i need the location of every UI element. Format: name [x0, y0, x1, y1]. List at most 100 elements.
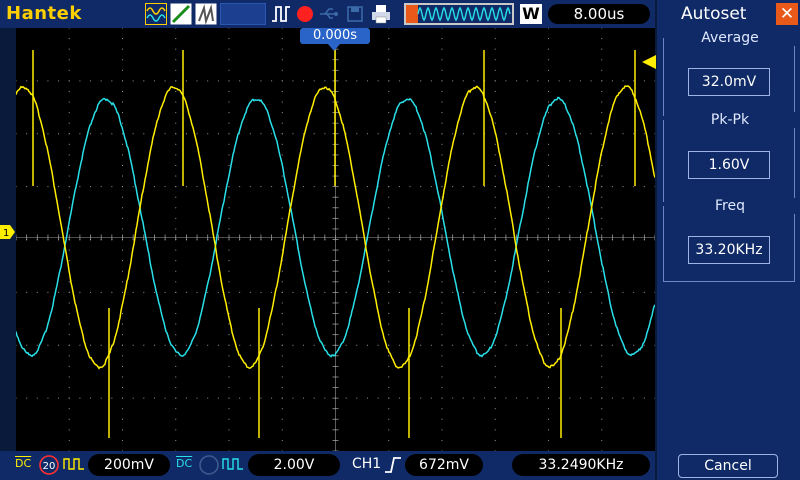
grid-dot [196, 133, 198, 135]
grid-dot [388, 281, 390, 283]
grid-dot [548, 69, 549, 71]
ch1-scale-readout[interactable]: 200mV [88, 454, 170, 476]
grid-dot [281, 387, 283, 389]
grid-dot [388, 397, 390, 399]
grid-dot [548, 186, 549, 188]
grid-dot [462, 291, 464, 293]
grid-dot [260, 397, 262, 399]
printer-icon[interactable] [370, 3, 392, 25]
grid-dot [228, 260, 230, 262]
grid-dot [441, 143, 443, 145]
grid-dot [462, 397, 464, 399]
grid-dot [313, 133, 315, 135]
grid-dot [366, 80, 368, 82]
grid-dot [228, 90, 230, 92]
grid-dot [79, 344, 81, 346]
grid-dot [68, 59, 70, 61]
trigger-level-readout[interactable]: 672mV [405, 454, 483, 476]
ch2-scale-readout[interactable]: 2.00V [248, 454, 340, 476]
ch1-coupling-label[interactable]: DC [15, 457, 31, 470]
grid-dot [548, 175, 549, 177]
grid-dot [548, 122, 549, 124]
wave-display-icon[interactable] [145, 3, 167, 25]
grid-dot [633, 133, 635, 135]
grid-dot [68, 207, 70, 209]
grid-dot [388, 439, 390, 441]
grid-dot [494, 228, 496, 230]
grid-dot [622, 133, 624, 135]
trigger-position-marker-icon[interactable] [328, 44, 340, 52]
grid-dot [356, 80, 358, 82]
trigger-source[interactable]: CH1 [352, 456, 381, 472]
trigger-level-marker-icon[interactable] [642, 55, 656, 69]
grid-dot [356, 344, 358, 346]
grid-dot [196, 186, 198, 188]
save-icon[interactable] [344, 3, 366, 25]
persistence-icon[interactable] [195, 3, 217, 25]
grid-dot [281, 323, 283, 325]
grid-dot [26, 80, 28, 82]
grid-dot [313, 397, 315, 399]
grid-dot [388, 408, 390, 410]
vector-line-icon[interactable] [170, 3, 192, 25]
grid-dot [281, 429, 283, 431]
grid-dot [26, 291, 28, 293]
grid-dot [611, 133, 613, 135]
usb-icon [320, 8, 338, 19]
grid-dot [537, 80, 539, 82]
memory-waveform-overview[interactable] [404, 3, 514, 25]
grid-dot [441, 154, 443, 156]
grid-dot [548, 281, 549, 283]
grid-dot [633, 291, 635, 293]
record-dot-icon[interactable] [294, 3, 316, 25]
ch1-ground-marker-icon[interactable]: 1 [0, 225, 16, 239]
trigger-position-readout[interactable]: 0.000s [300, 28, 370, 44]
cancel-button[interactable]: Cancel [678, 454, 778, 478]
grid-dot [601, 164, 603, 166]
ch1-bandwidth-icon[interactable] [63, 455, 85, 473]
grid-dot [494, 365, 496, 367]
grid-dot [58, 80, 60, 82]
rising-edge-icon[interactable] [384, 455, 402, 475]
waveform-display[interactable] [15, 27, 656, 452]
timebase-readout[interactable]: 8.00us [548, 4, 650, 24]
grid-dot [68, 323, 70, 325]
grid-dot [15, 397, 17, 399]
grid-dot [281, 217, 283, 219]
grid-dot [164, 80, 166, 82]
grid-dot [228, 323, 230, 325]
grid-dot [68, 90, 70, 92]
grid-dot [601, 439, 603, 441]
ch2-coupling-label[interactable]: DC [176, 457, 192, 470]
grid-dot [143, 344, 145, 346]
grid-dot [249, 397, 251, 399]
grid-dot [228, 376, 230, 378]
grid-dot [494, 418, 496, 420]
grid-dot [122, 112, 123, 114]
grid-dot [441, 313, 443, 315]
pulse-icon[interactable] [270, 3, 292, 25]
grid-dot [249, 291, 251, 293]
grid-dot [601, 112, 603, 114]
grid-dot [228, 133, 230, 135]
grid-dot [409, 186, 411, 188]
grid-dot [388, 59, 390, 61]
grid-dot [68, 249, 70, 251]
grid-dot [153, 344, 155, 346]
ch2-bandwidth-icon[interactable] [222, 455, 244, 473]
grid-dot [377, 133, 379, 135]
grid-dot [281, 302, 283, 304]
grid-dot [281, 48, 283, 50]
ch2-probe-icon[interactable] [198, 454, 220, 476]
grid-dot [228, 408, 230, 410]
grid-dot [377, 80, 379, 82]
window-mode-button[interactable]: W [520, 4, 542, 24]
grid-dot [68, 38, 70, 40]
grid-dot [441, 48, 443, 50]
probe-attenuation-icon[interactable]: 20 [38, 454, 60, 476]
close-icon[interactable]: ✕ [776, 3, 798, 25]
grid-dot [164, 344, 166, 346]
grid-dot [281, 376, 283, 378]
grid-dot [68, 101, 70, 103]
grid-dot [143, 291, 145, 293]
